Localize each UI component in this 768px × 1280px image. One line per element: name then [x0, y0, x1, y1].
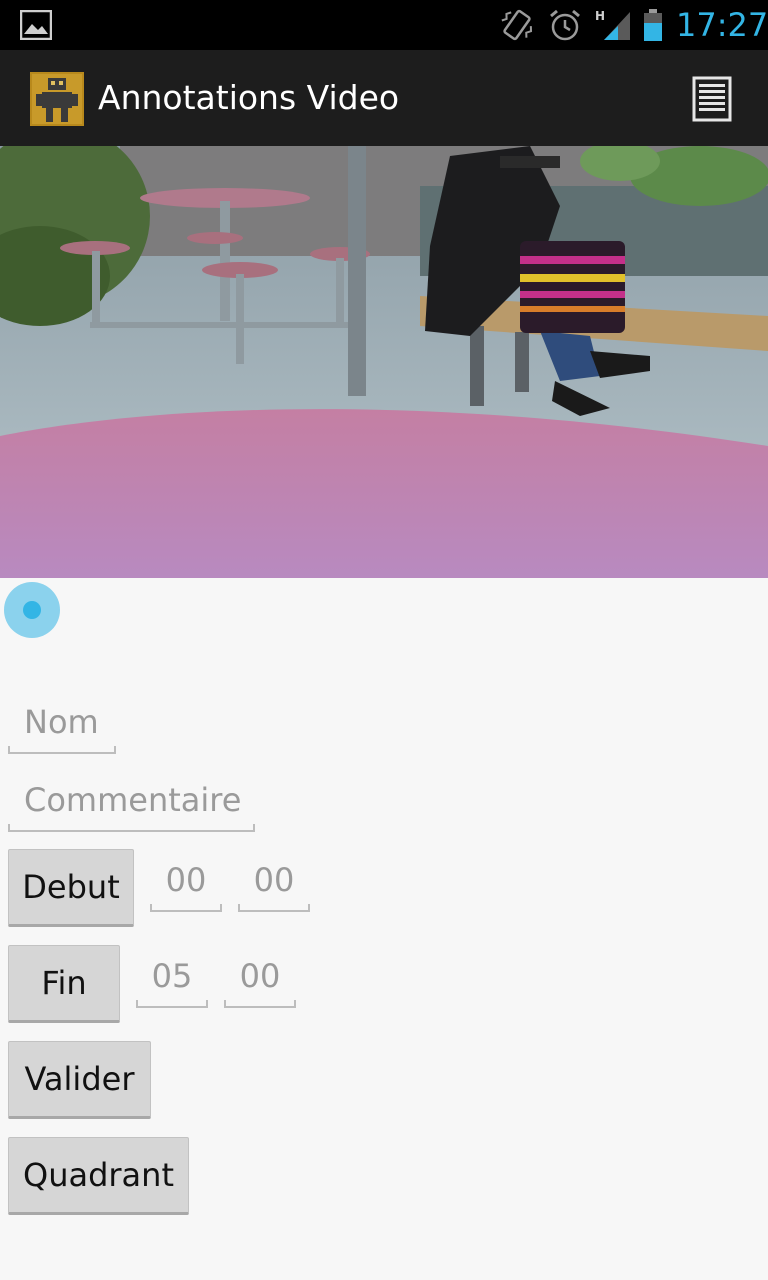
debut-minutes-value: 00 [165, 861, 207, 899]
fin-minutes-value: 05 [151, 957, 193, 995]
debut-minutes-field[interactable]: 00 [150, 860, 222, 912]
status-bar: H 17:27 [0, 0, 768, 50]
fin-minutes-underline [136, 1000, 208, 1008]
image-notification-icon [20, 10, 52, 40]
quadrant-button-label: Quadrant [23, 1156, 174, 1194]
alarm-icon [550, 9, 580, 41]
robot-app-icon [30, 72, 84, 126]
svg-text:H: H [595, 9, 605, 23]
seekbar-thumb-core [23, 601, 41, 619]
nom-placeholder: Nom [24, 703, 99, 741]
nom-underline [8, 746, 116, 754]
fin-button-label: Fin [41, 964, 87, 1002]
valider-button[interactable]: Valider [8, 1041, 151, 1119]
fin-seconds-underline [224, 1000, 296, 1008]
debut-seconds-underline [238, 904, 310, 912]
vibrate-icon [501, 9, 533, 41]
video-view[interactable] [0, 146, 768, 578]
signal-h-icon: H [595, 9, 630, 40]
video-frame [0, 146, 768, 578]
commentaire-field[interactable]: Commentaire [8, 780, 255, 832]
fin-seconds-field[interactable]: 00 [224, 956, 296, 1008]
fin-seconds-value: 00 [239, 957, 281, 995]
nom-field[interactable]: Nom [8, 702, 116, 754]
commentaire-underline [8, 824, 255, 832]
debut-minutes-underline [150, 904, 222, 912]
battery-icon [644, 9, 662, 41]
action-bar: Annotations Video [0, 50, 768, 146]
status-clock: 17:27 [676, 6, 768, 44]
debut-seconds-field[interactable]: 00 [238, 860, 310, 912]
debut-button[interactable]: Debut [8, 849, 134, 927]
debut-button-label: Debut [22, 868, 120, 906]
quadrant-button[interactable]: Quadrant [8, 1137, 189, 1215]
debut-seconds-value: 00 [253, 861, 295, 899]
fin-button[interactable]: Fin [8, 945, 120, 1023]
seekbar-thumb[interactable] [4, 582, 60, 638]
overflow-menu-icon[interactable] [692, 76, 732, 122]
fin-minutes-field[interactable]: 05 [136, 956, 208, 1008]
app-title: Annotations Video [98, 78, 400, 117]
commentaire-placeholder: Commentaire [24, 781, 242, 819]
valider-button-label: Valider [24, 1060, 135, 1098]
